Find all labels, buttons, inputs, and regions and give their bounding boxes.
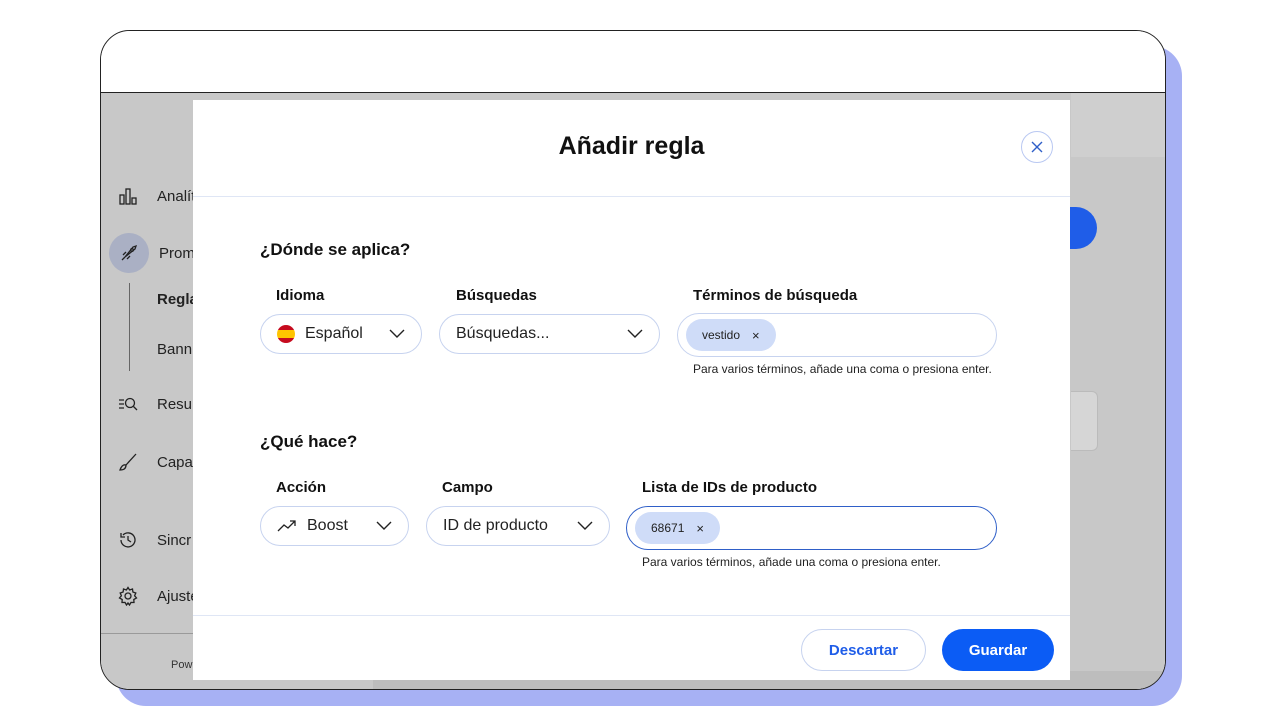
sidebar-item-settings[interactable]: Ajuste [117, 585, 199, 607]
product-ids-input[interactable]: 68671 × [626, 506, 997, 550]
search-term-chip: vestido × [686, 319, 776, 351]
modal-title: Añadir regla [558, 132, 705, 160]
what-section-title: ¿Qué hace? [260, 432, 358, 451]
chip-label: 68671 [651, 521, 685, 535]
product-id-chip: 68671 × [635, 512, 720, 544]
product-ids-help: Para varios términos, añade una coma o p… [642, 555, 941, 569]
sidebar-item-promotions[interactable]: Prom [109, 233, 195, 273]
chip-label: vestido [702, 328, 741, 342]
language-label: Idioma [276, 287, 325, 304]
action-value: Boost [307, 517, 348, 534]
action-select[interactable]: Boost [260, 506, 409, 546]
sidebar-item-label: Capa [157, 453, 193, 471]
sidebar-item-label: Prom [159, 244, 195, 262]
chevron-down-icon [389, 329, 405, 339]
trending-up-icon [277, 519, 297, 533]
sidebar-item-label: Resul [157, 395, 196, 413]
searches-label: Búsquedas [456, 287, 537, 304]
brush-icon [117, 451, 139, 473]
search-list-icon [117, 393, 139, 415]
history-icon [117, 529, 139, 551]
sidebar-item-results[interactable]: Resul [117, 393, 195, 415]
language-value: Español [305, 325, 363, 342]
chevron-down-icon [577, 521, 593, 531]
product-ids-label: Lista de IDs de producto [642, 479, 818, 496]
rocket-icon [109, 233, 149, 273]
background-panel [1071, 391, 1098, 451]
spain-flag-icon [277, 325, 295, 343]
chip-remove-icon[interactable]: × [752, 329, 760, 342]
app-header-strip [1071, 93, 1165, 157]
save-button[interactable]: Guardar [942, 629, 1054, 671]
bar-chart-icon [117, 185, 139, 207]
submenu-line [129, 283, 130, 371]
sidebar-subitem-banners[interactable]: Bann [157, 341, 192, 358]
searches-value: Búsquedas... [456, 325, 550, 342]
device-top-bar [101, 31, 1165, 93]
gear-icon [117, 585, 139, 607]
where-section-title: ¿Dónde se aplica? [260, 240, 411, 259]
header-divider [193, 196, 1070, 197]
field-select[interactable]: ID de producto [426, 506, 610, 546]
sidebar-item-label: Analít [157, 187, 196, 205]
field-value: ID de producto [443, 517, 548, 534]
chip-remove-icon[interactable]: × [696, 522, 704, 535]
searches-select[interactable]: Búsquedas... [439, 314, 660, 354]
sidebar-footer: Pow [171, 659, 193, 671]
sidebar-item-sync[interactable]: Sincr [117, 529, 191, 551]
footer-divider [193, 615, 1070, 616]
close-icon [1031, 141, 1043, 153]
sidebar-item-label: Sincr [157, 531, 192, 549]
add-rule-modal: Añadir regla ¿Dónde se aplica? Idioma Bú… [193, 100, 1070, 680]
discard-button[interactable]: Descartar [801, 629, 926, 671]
search-terms-label: Términos de búsqueda [693, 287, 858, 304]
chevron-down-icon [376, 521, 392, 531]
search-terms-input[interactable]: vestido × [677, 313, 997, 357]
close-button[interactable] [1021, 131, 1053, 163]
sidebar-item-layers[interactable]: Capa [117, 451, 193, 473]
sidebar-subitem-rules[interactable]: Regla [157, 291, 198, 308]
search-terms-help: Para varios términos, añade una coma o p… [693, 362, 992, 376]
chevron-down-icon [627, 329, 643, 339]
sidebar-item-analytics[interactable]: Analít [117, 185, 195, 207]
field-label: Campo [442, 479, 493, 496]
language-select[interactable]: Español [260, 314, 422, 354]
action-label: Acción [276, 479, 327, 496]
